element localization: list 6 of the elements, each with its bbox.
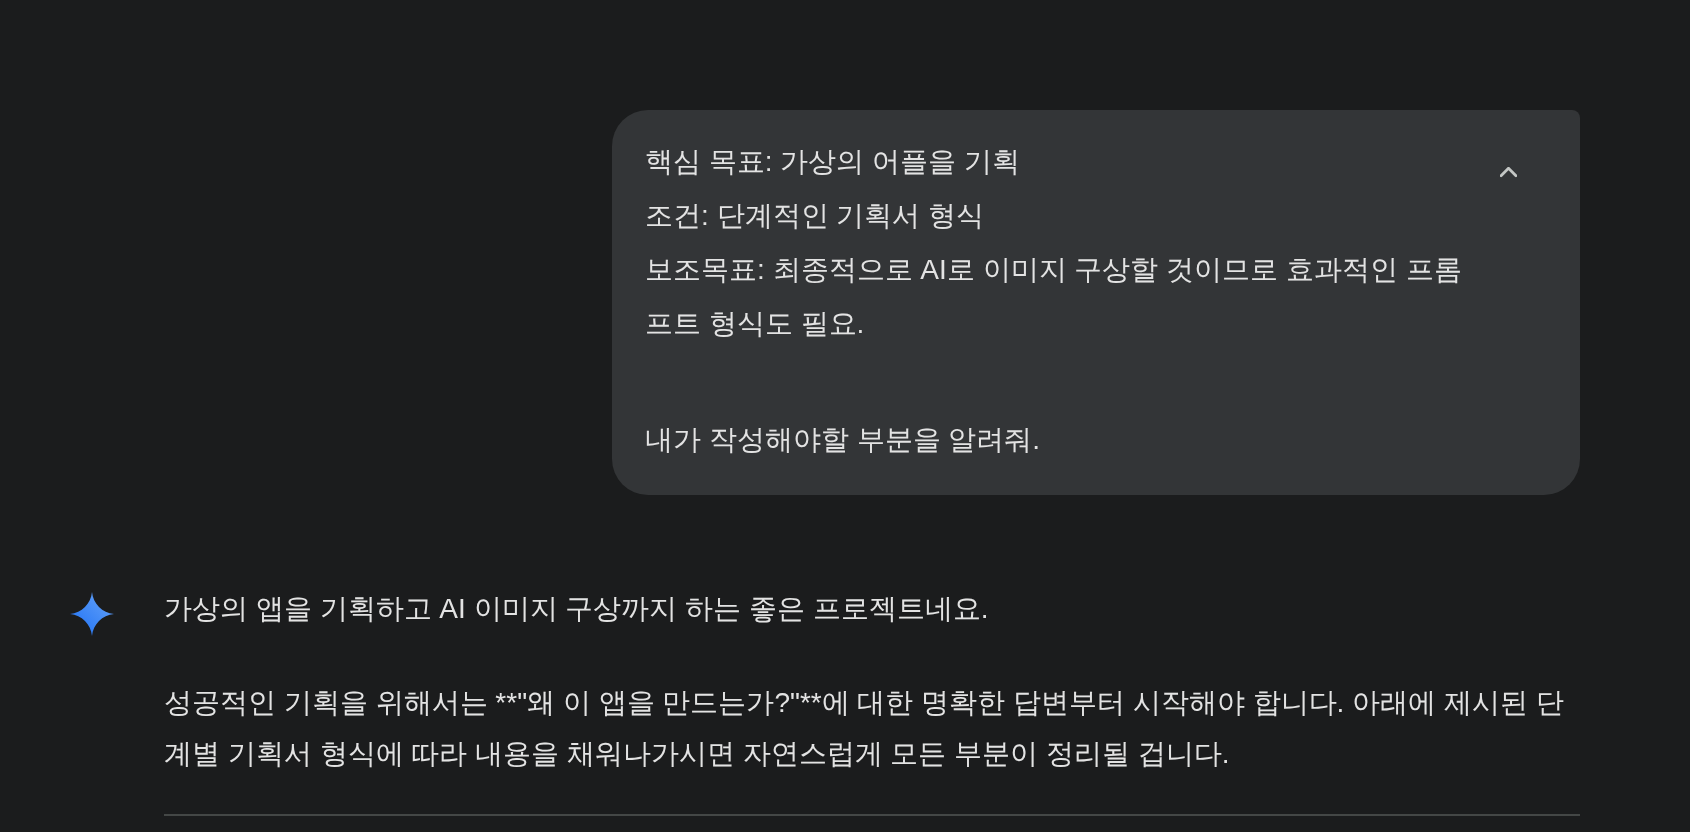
message-text: 내가 작성해야할 부분을 알려줘. (645, 423, 1041, 457)
message-text: 핵심 목표: 가상의 어플을 기획 조건: 단계적인 기획서 형식 보조목표: 최종적으로 AI로 이미지 구상할 것이므로 효과적인 프롬 프트 형식도 필요. (645, 145, 1462, 341)
sparkle-icon (70, 592, 114, 636)
response-text: 성공적인 기획을 위해서는 **"왜 이 앱을 만드는가?"**에 대한 명확한 답변부터 시작해야 합니다. 아래에 제시된 단 계별 기획서 형식에 따라 내용을 채워나가시면 자연스럽게 모든 부분이 정리될 겁니다. (164, 686, 1564, 771)
response-text: 가상의 앱을 기획하고 AI 이미지 구상까지 하는 좋은 프로젝트네요. (164, 592, 989, 626)
chevron-up-icon (1499, 166, 1517, 178)
